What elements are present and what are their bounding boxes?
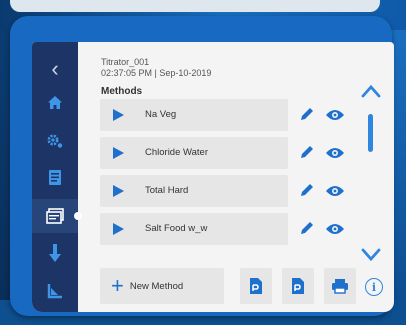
sidebar-item-probe[interactable]: [32, 236, 78, 270]
back-chevron-icon: ‹: [51, 56, 59, 81]
main-panel: Titrator_001 02:37:05 PM | Sep-10-2019 M…: [78, 42, 394, 312]
import-button[interactable]: [240, 268, 272, 304]
play-icon[interactable]: [113, 109, 124, 121]
method-label: Chloride Water: [145, 147, 209, 158]
method-label: Total Hard: [145, 185, 189, 196]
play-icon[interactable]: [113, 185, 124, 197]
new-method-button[interactable]: + New Method: [100, 268, 224, 304]
play-icon[interactable]: [113, 147, 124, 159]
device-frame: ‹ Titrator_001 02:37:05 PM | Sep-10-2019…: [10, 16, 394, 316]
sidebar-item-chart[interactable]: [32, 274, 78, 308]
device-screen: ‹ Titrator_001 02:37:05 PM | Sep-10-2019…: [32, 42, 394, 312]
plus-icon: +: [111, 273, 124, 298]
new-method-label: New Method: [129, 280, 184, 292]
background-panel: [10, 0, 380, 12]
eye-icon[interactable]: [325, 146, 345, 160]
edit-icon[interactable]: [298, 181, 316, 199]
methods-title: Methods: [101, 86, 143, 97]
edit-icon[interactable]: [298, 105, 316, 123]
file-import-icon: [250, 278, 262, 294]
back-button[interactable]: ‹: [32, 52, 78, 86]
timestamp: 02:37:05 PM | Sep-10-2019: [101, 68, 212, 78]
method-row-total-hard[interactable]: Total Hard: [100, 175, 288, 207]
sidebar-item-home[interactable]: [32, 86, 78, 120]
method-row-chloride-water[interactable]: Chloride Water: [100, 137, 288, 169]
sidebar-item-settings[interactable]: [32, 124, 78, 158]
methods-icon: [46, 208, 64, 224]
method-row-salt-food[interactable]: Salt Food w_w: [100, 213, 288, 245]
method-label: Salt Food w_w: [145, 223, 208, 234]
eye-icon[interactable]: [325, 222, 345, 236]
document-icon: [49, 169, 61, 185]
method-row-na-veg[interactable]: Na Veg: [100, 99, 288, 131]
edit-icon[interactable]: [298, 219, 316, 237]
export-button[interactable]: [282, 268, 314, 304]
scroll-down-chevron-icon[interactable]: [361, 248, 381, 262]
sidebar-item-documents[interactable]: [32, 160, 78, 194]
eye-icon[interactable]: [325, 184, 345, 198]
info-button[interactable]: i: [365, 278, 383, 296]
chart-icon: [47, 284, 62, 299]
method-label: Na Veg: [145, 109, 177, 120]
device-name: Titrator_001: [101, 57, 150, 67]
edit-icon[interactable]: [298, 143, 316, 161]
sidebar: ‹: [32, 42, 82, 312]
settings-icon: [47, 134, 63, 148]
scrollbar[interactable]: [368, 104, 374, 240]
eye-icon[interactable]: [325, 108, 345, 122]
probe-icon: [49, 244, 61, 262]
printer-icon: [332, 279, 348, 294]
file-export-icon: [292, 278, 304, 294]
scroll-up-chevron-icon[interactable]: [361, 84, 381, 98]
scrollbar-thumb[interactable]: [368, 114, 373, 152]
home-icon: [48, 96, 62, 109]
print-button[interactable]: [324, 268, 356, 304]
play-icon[interactable]: [113, 223, 124, 235]
info-icon: i: [371, 280, 377, 294]
sidebar-item-methods[interactable]: [32, 199, 82, 233]
